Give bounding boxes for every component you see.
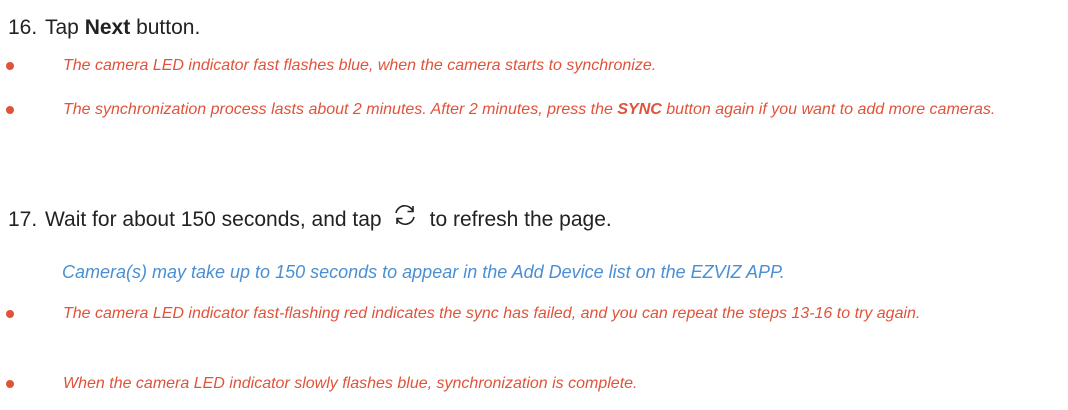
step-text-before-icon: Wait for about 150 seconds, and tap bbox=[45, 208, 382, 231]
note-text: The synchronization process lasts about … bbox=[63, 101, 613, 118]
step-17-note-2: When the camera LED indicator slowly fla… bbox=[63, 375, 638, 392]
step-text-suffix: button. bbox=[136, 16, 201, 39]
step-number: 17. bbox=[8, 208, 38, 231]
note-text: button again if you want to add more cam… bbox=[666, 101, 996, 118]
bullet-icon bbox=[6, 106, 14, 114]
step-text-bold: Next bbox=[84, 16, 131, 39]
bullet-icon bbox=[6, 310, 14, 318]
bullet-icon bbox=[6, 380, 14, 388]
step-17-heading: 17. Wait for about 150 seconds, and tap to… bbox=[8, 202, 612, 232]
step-16-heading: 16. Tap Next button. bbox=[8, 16, 200, 40]
bullet-icon bbox=[6, 62, 14, 70]
step-text-after-icon: to refresh the page. bbox=[429, 208, 612, 231]
step-16-note-1: The camera LED indicator fast flashes bl… bbox=[63, 57, 657, 74]
step-17-info-note: Camera(s) may take up to 150 seconds to … bbox=[62, 262, 785, 282]
step-number: 16. bbox=[8, 16, 38, 39]
step-17-note-1: The camera LED indicator fast-flashing r… bbox=[63, 305, 921, 322]
refresh-icon bbox=[392, 202, 418, 228]
step-16-note-2: The synchronization process lasts about … bbox=[63, 93, 1063, 127]
step-text-prefix: Tap bbox=[45, 16, 79, 39]
note-bold-text: SYNC bbox=[617, 101, 662, 118]
